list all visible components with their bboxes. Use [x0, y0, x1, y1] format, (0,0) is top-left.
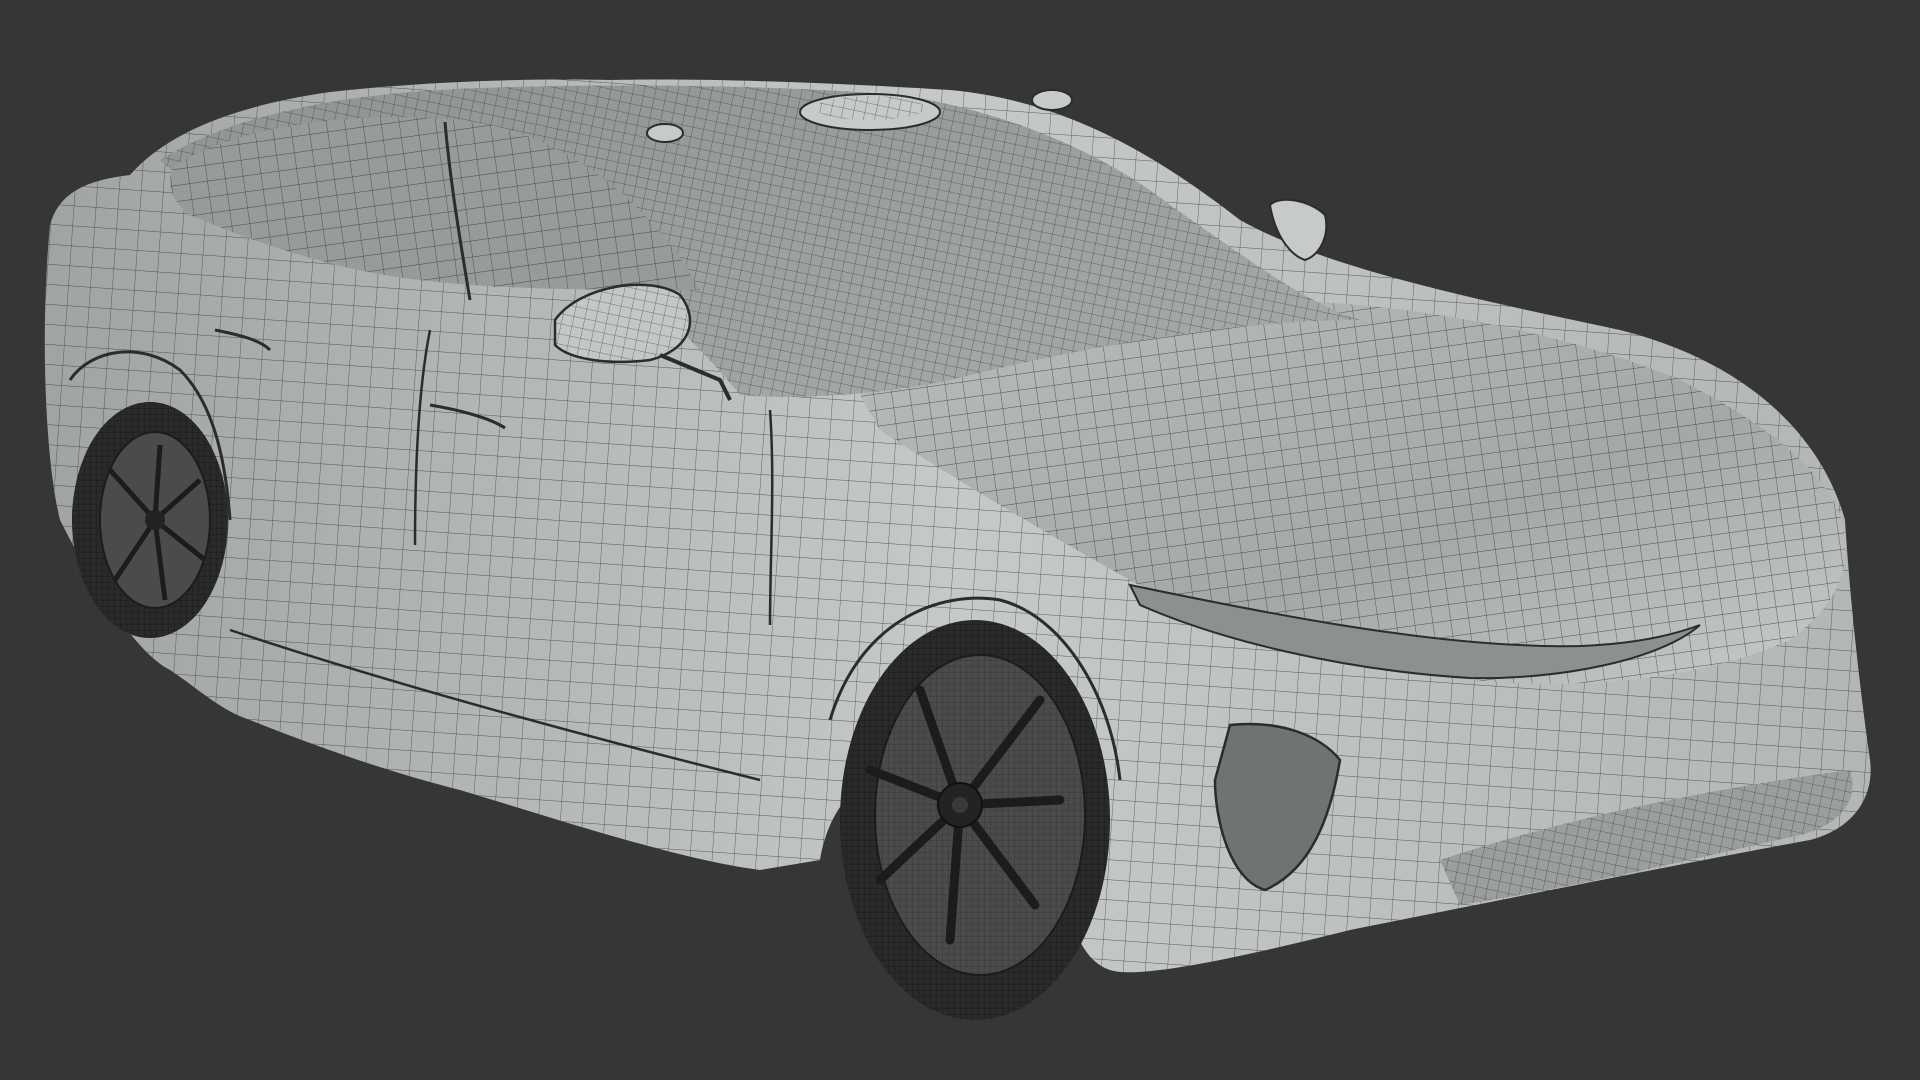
car-wireframe-model [44, 79, 1871, 1020]
rear-wheel [72, 402, 228, 638]
front-wheel [840, 620, 1110, 1020]
render-viewport [0, 0, 1920, 1080]
